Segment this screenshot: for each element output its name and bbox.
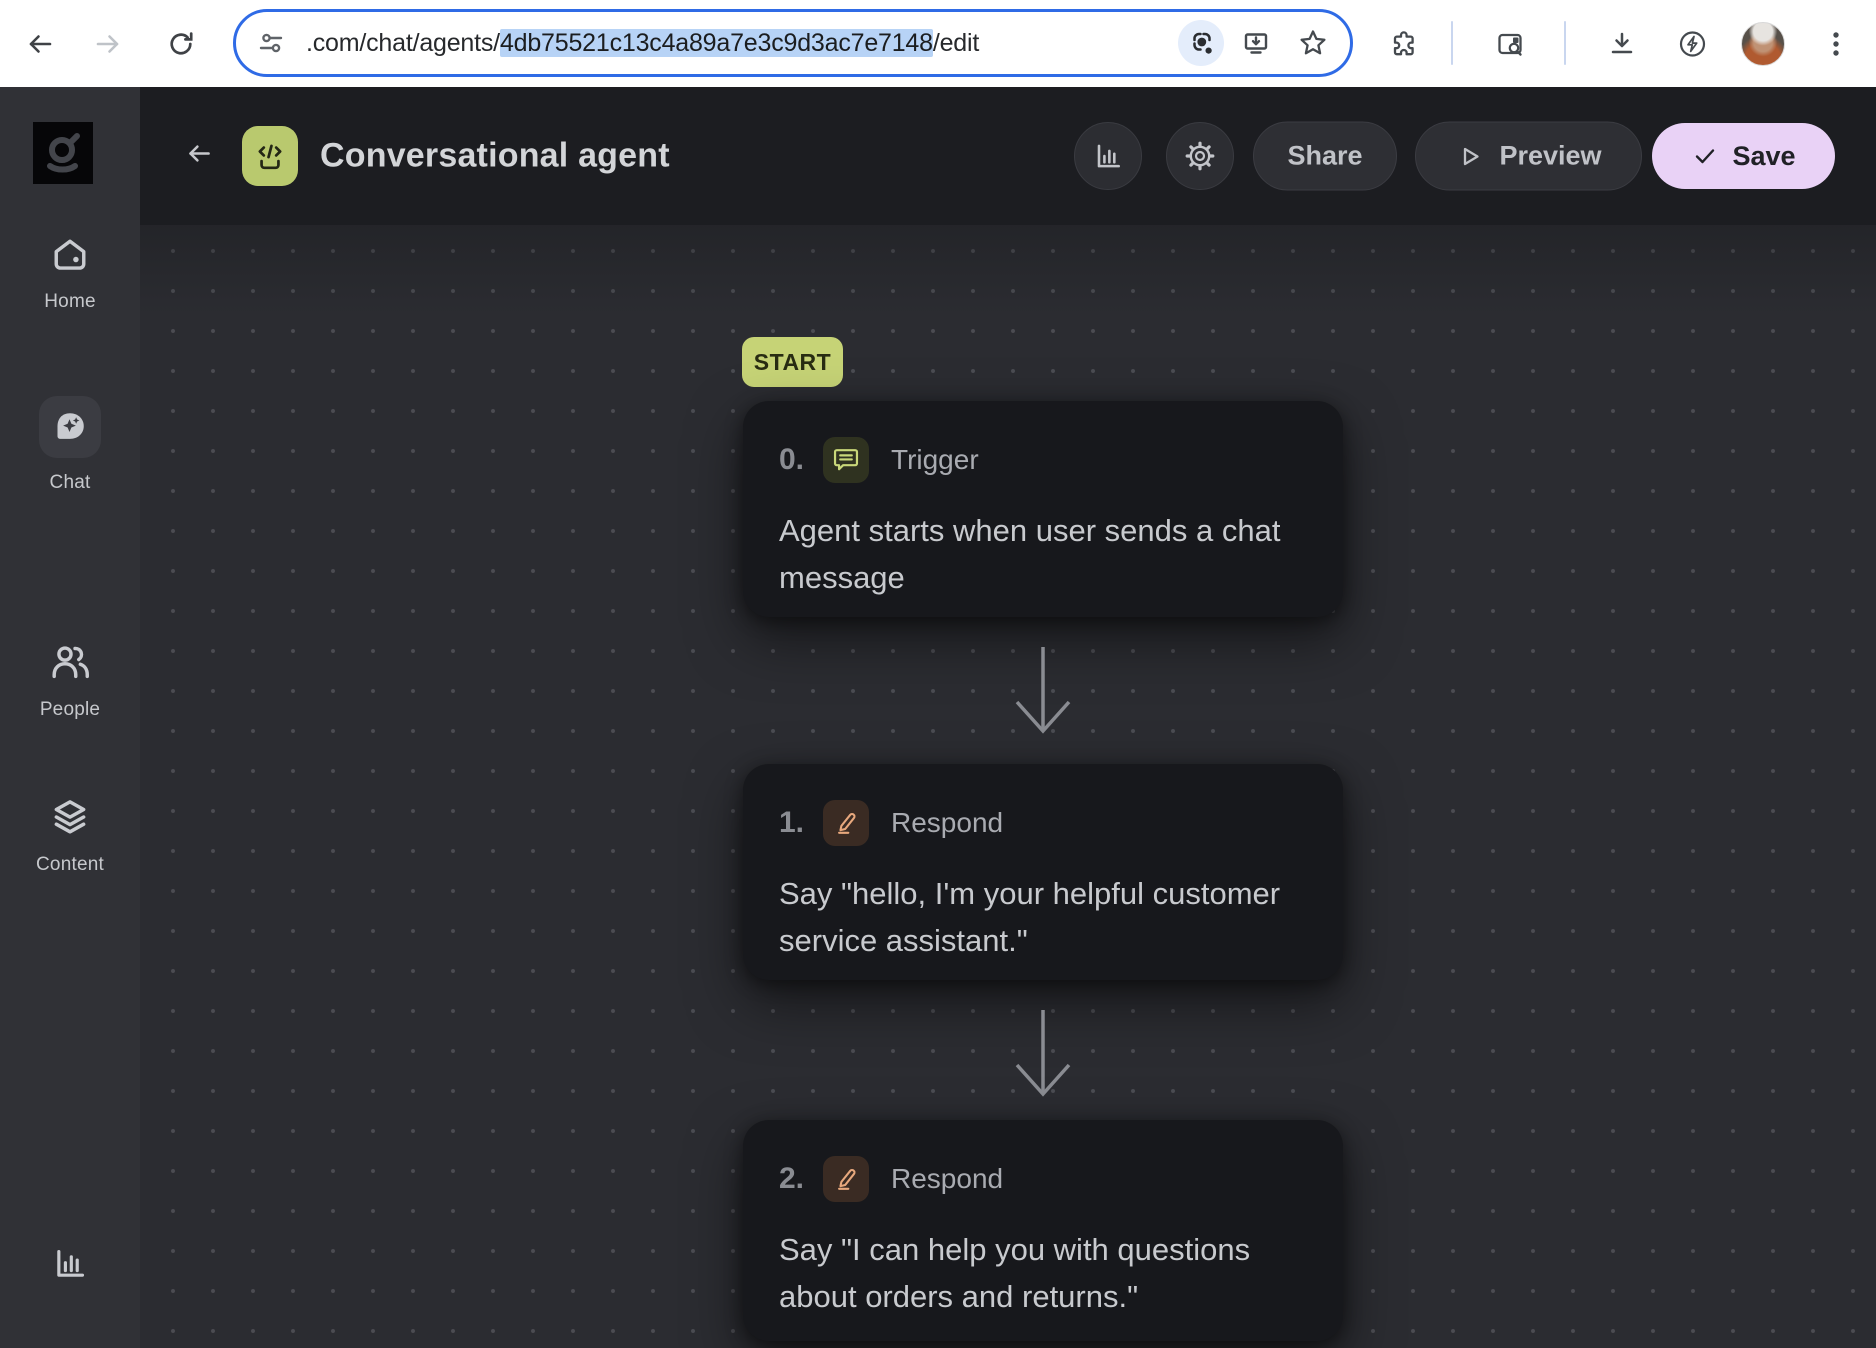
node-header: 0. Trigger <box>779 437 1307 483</box>
logo-g-icon <box>37 126 89 180</box>
node-header: 2. Respond <box>779 1156 1307 1202</box>
chat-active-tile <box>39 396 101 458</box>
back-arrow-icon <box>24 28 56 60</box>
settings-button[interactable] <box>1166 122 1234 190</box>
node-description: Say "hello, I'm your helpful customer se… <box>779 870 1307 964</box>
node-index: 1. <box>779 806 823 840</box>
sidebar-item-content[interactable]: Content <box>0 794 140 876</box>
respond-icon-tile <box>823 800 869 846</box>
extension-shortcut-button[interactable] <box>1675 26 1710 61</box>
pencil-icon <box>831 1164 861 1194</box>
browser-toolbar: .com/chat/agents/4db75521c13c4a89a7e3c9d… <box>0 0 1876 87</box>
bar-chart-icon <box>49 1243 91 1285</box>
gear-icon <box>1181 137 1219 175</box>
node-index: 2. <box>779 1162 823 1196</box>
message-icon <box>831 445 861 475</box>
preview-button[interactable]: Preview <box>1415 122 1642 191</box>
node-type-label: Respond <box>891 807 1003 839</box>
respond-icon-tile <box>823 1156 869 1202</box>
site-settings-button[interactable] <box>256 28 286 58</box>
flow-node-respond-2[interactable]: 2. Respond Say "I can help you with ques… <box>743 1120 1343 1341</box>
app-sidebar: Home Chat People Content <box>0 87 140 1348</box>
google-lens-button[interactable] <box>1178 20 1224 66</box>
url-bar[interactable]: .com/chat/agents/4db75521c13c4a89a7e3c9d… <box>233 9 1353 77</box>
play-icon <box>1455 141 1485 171</box>
browser-forward-button[interactable] <box>92 28 124 60</box>
star-icon <box>1296 26 1330 60</box>
flow-connector-arrow <box>1011 1008 1075 1120</box>
bookmark-button[interactable] <box>1296 26 1330 60</box>
install-app-button[interactable] <box>1240 27 1272 59</box>
page-title: Conversational agent <box>320 137 670 176</box>
browser-reload-button[interactable] <box>165 28 197 60</box>
back-arrow-icon <box>182 137 216 171</box>
lightning-circle-icon <box>1675 26 1710 61</box>
install-icon <box>1240 27 1272 59</box>
home-icon <box>48 233 92 277</box>
bar-chart-icon <box>1090 138 1126 174</box>
flow-canvas[interactable]: START 0. Trigger Agent starts when user … <box>140 225 1876 1348</box>
url-text[interactable]: .com/chat/agents/4db75521c13c4a89a7e3c9d… <box>306 29 979 58</box>
toolbar-divider <box>1451 21 1453 65</box>
flow-node-trigger[interactable]: 0. Trigger Agent starts when user sends … <box>743 401 1343 617</box>
share-button[interactable]: Share <box>1253 122 1397 191</box>
downloads-button[interactable] <box>1606 28 1638 60</box>
node-description: Say "I can help you with questions about… <box>779 1226 1307 1320</box>
flow-connector-arrow <box>1011 645 1075 757</box>
agent-type-icon-tile <box>242 126 298 186</box>
sidebar-label-home: Home <box>44 291 95 313</box>
url-selected-text: 4db75521c13c4a89a7e3c9d3ac7e7148 <box>500 29 933 57</box>
trigger-icon-tile <box>823 437 869 483</box>
sidebar-item-home[interactable]: Home <box>0 233 140 313</box>
content-layers-icon <box>47 794 93 840</box>
preview-button-label: Preview <box>1499 141 1601 172</box>
flow-node-respond-1[interactable]: 1. Respond Say "hello, I'm your helpful … <box>743 764 1343 980</box>
browser-back-button[interactable] <box>24 28 56 60</box>
profile-avatar <box>1741 22 1785 66</box>
toolbar-divider <box>1564 21 1566 65</box>
app-logo[interactable] <box>33 122 93 184</box>
sidebar-label-chat: Chat <box>50 472 91 494</box>
forward-arrow-icon <box>92 28 124 60</box>
lens-icon-background <box>1178 20 1224 66</box>
node-index: 0. <box>779 443 823 477</box>
chat-sparkle-icon <box>50 407 90 447</box>
editor-back-button[interactable] <box>182 137 216 176</box>
start-badge: START <box>742 337 843 387</box>
node-type-label: Trigger <box>891 444 979 476</box>
save-button-label: Save <box>1732 141 1795 172</box>
reload-icon <box>165 28 197 60</box>
code-agent-icon <box>252 137 288 175</box>
search-side-panel-button[interactable] <box>1494 28 1526 60</box>
check-icon <box>1691 142 1719 170</box>
tune-icon <box>256 28 286 58</box>
share-button-label: Share <box>1287 141 1362 172</box>
sidebar-label-content: Content <box>36 854 104 876</box>
browser-menu-button[interactable] <box>1828 27 1844 61</box>
pencil-icon <box>831 808 861 838</box>
sidebar-analytics-button[interactable] <box>0 1243 140 1285</box>
editor-header: Conversational agent Share Preview Save <box>140 87 1876 225</box>
google-lens-icon <box>1186 28 1216 58</box>
puzzle-icon <box>1388 28 1420 60</box>
save-button[interactable]: Save <box>1652 123 1835 189</box>
download-icon <box>1606 28 1638 60</box>
node-type-label: Respond <box>891 1163 1003 1195</box>
extensions-button[interactable] <box>1388 28 1420 60</box>
node-header: 1. Respond <box>779 800 1307 846</box>
analytics-button[interactable] <box>1074 122 1142 190</box>
people-icon <box>47 639 93 685</box>
sidebar-label-people: People <box>40 699 100 721</box>
node-description: Agent starts when user sends a chat mess… <box>779 507 1307 601</box>
kebab-menu-icon <box>1828 27 1844 61</box>
panel-search-icon <box>1494 28 1526 60</box>
sidebar-item-chat[interactable]: Chat <box>0 396 140 494</box>
sidebar-item-people[interactable]: People <box>0 639 140 721</box>
profile-button[interactable] <box>1741 22 1785 66</box>
app-window: .com/chat/agents/4db75521c13c4a89a7e3c9d… <box>0 0 1876 1348</box>
